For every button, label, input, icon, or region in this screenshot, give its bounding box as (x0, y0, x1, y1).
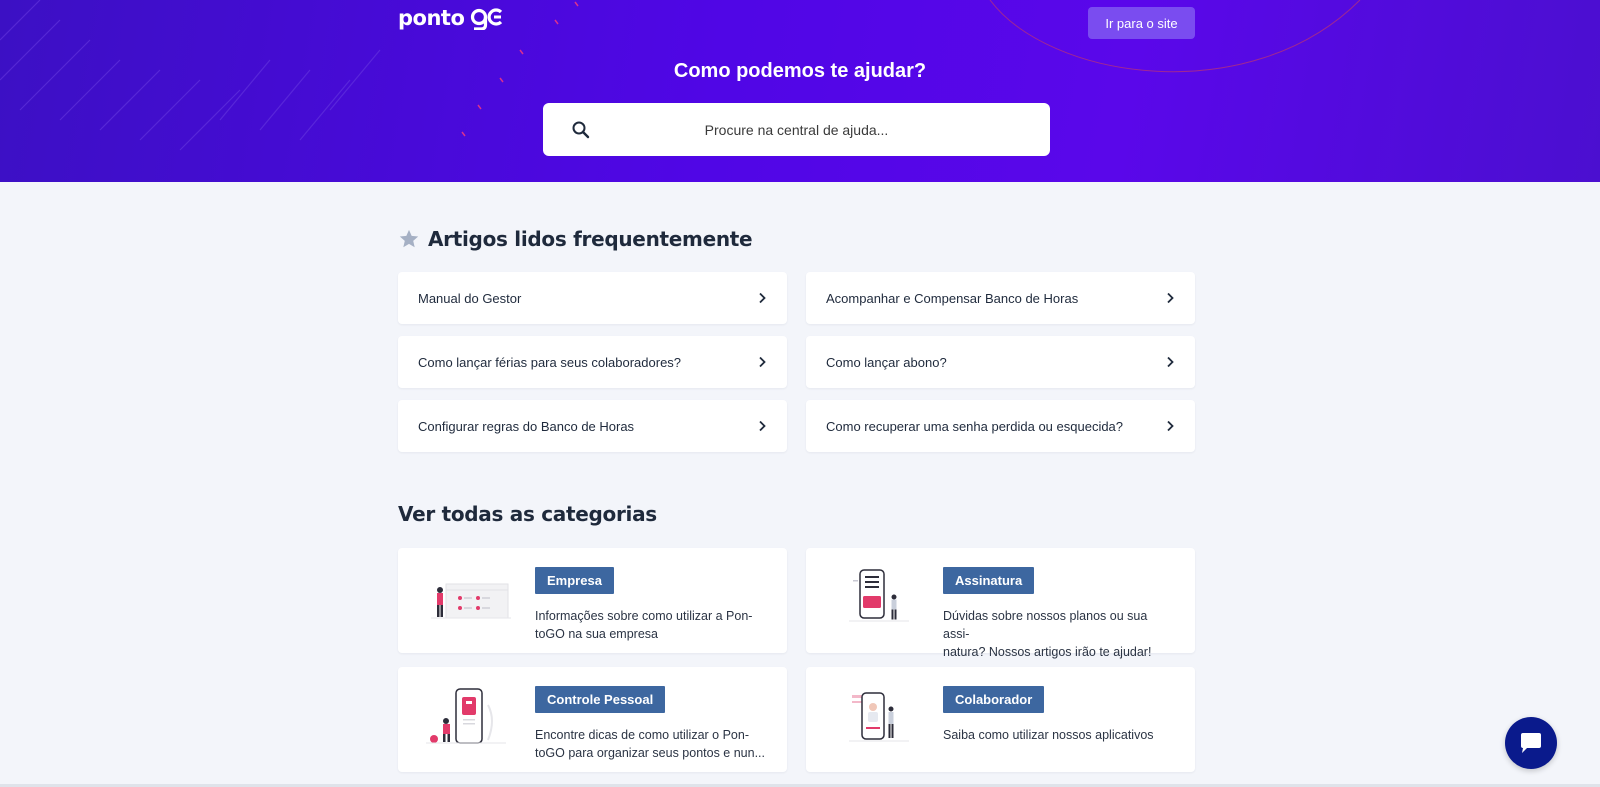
chevron-right-icon (1167, 420, 1174, 432)
category-description-line: Informações sobre como utilizar a Pon- (535, 609, 753, 623)
chat-icon (1521, 733, 1541, 753)
categories-heading: Ver todas as categorias (398, 502, 657, 526)
search-icon (572, 121, 590, 139)
article-title: Como recuperar uma senha perdida ou esqu… (826, 418, 1124, 434)
personal-control-illustration (426, 688, 506, 744)
category-tag: Controle Pessoal (535, 686, 666, 713)
search-box[interactable] (543, 103, 1050, 156)
logo-go-mark (470, 6, 504, 30)
categories-title: Ver todas as categorias (398, 502, 657, 526)
category-card-controle-pessoal[interactable]: Controle Pessoal Encontre dicas de como … (398, 667, 787, 772)
pontogo-logo[interactable]: ponto (398, 6, 504, 30)
chevron-right-icon (759, 356, 766, 368)
category-tag: Colaborador (943, 686, 1045, 713)
article-link[interactable]: Como lançar férias para seus colaborador… (398, 336, 787, 388)
category-description-line: Dúvidas sobre nossos planos ou sua assi- (943, 609, 1148, 641)
category-description-line: toGO para organizar seus pontos e nun... (535, 746, 765, 760)
go-to-site-button[interactable]: Ir para o site (1088, 7, 1195, 39)
category-card-assinatura[interactable]: Assinatura Dúvidas sobre nossos planos o… (806, 548, 1195, 659)
article-link[interactable]: Como lançar abono? (806, 336, 1195, 388)
article-title: Configurar regras do Banco de Horas (418, 418, 635, 434)
article-link[interactable]: Configurar regras do Banco de Horas (398, 400, 787, 452)
hero-title: Como podemos te ajudar? (673, 60, 927, 82)
chat-button[interactable] (1505, 717, 1557, 769)
category-description: Encontre dicas de como utilizar o Pon- t… (535, 726, 765, 762)
article-title: Como lançar férias para seus colaborador… (418, 354, 682, 370)
category-description-line: toGO na sua empresa (535, 627, 658, 641)
chevron-right-icon (759, 292, 766, 304)
article-title: Acompanhar e Compensar Banco de Horas (826, 290, 1079, 306)
category-tag: Assinatura (943, 567, 1035, 594)
star-icon (399, 229, 419, 248)
category-card-colaborador[interactable]: Colaborador Saiba como utilizar nossos a… (806, 667, 1195, 772)
category-card-empresa[interactable]: Empresa Informações sobre como utilizar … (398, 548, 787, 653)
category-description-line: Encontre dicas de como utilizar o Pon- (535, 728, 749, 742)
chevron-right-icon (1167, 356, 1174, 368)
frequent-articles-heading: Artigos lidos frequentemente (398, 227, 753, 251)
logo-text: ponto (398, 6, 465, 30)
category-description: Saiba como utilizar nossos aplicativos (943, 726, 1173, 744)
article-link[interactable]: Como recuperar uma senha perdida ou esqu… (806, 400, 1195, 452)
company-illustration (431, 583, 511, 619)
category-description: Informações sobre como utilizar a Pon- t… (535, 607, 765, 643)
frequent-articles-title: Artigos lidos frequentemente (428, 227, 753, 251)
category-description-line: natura? Nossos artigos irão te ajudar! (943, 645, 1152, 659)
subscription-illustration (849, 569, 909, 622)
article-title: Como lançar abono? (826, 354, 947, 370)
category-tag: Empresa (535, 567, 614, 594)
search-input[interactable] (543, 103, 1050, 156)
category-description: Dúvidas sobre nossos planos ou sua assi-… (943, 607, 1173, 661)
chevron-right-icon (759, 420, 766, 432)
article-link[interactable]: Manual do Gestor (398, 272, 787, 324)
hero-header: ponto Ir para o site Como podemos te aju… (0, 0, 1600, 182)
collaborator-illustration (849, 692, 909, 742)
category-description-line: Saiba como utilizar nossos aplicativos (943, 728, 1154, 742)
article-title: Manual do Gestor (418, 290, 522, 306)
chevron-right-icon (1167, 292, 1174, 304)
article-link[interactable]: Acompanhar e Compensar Banco de Horas (806, 272, 1195, 324)
